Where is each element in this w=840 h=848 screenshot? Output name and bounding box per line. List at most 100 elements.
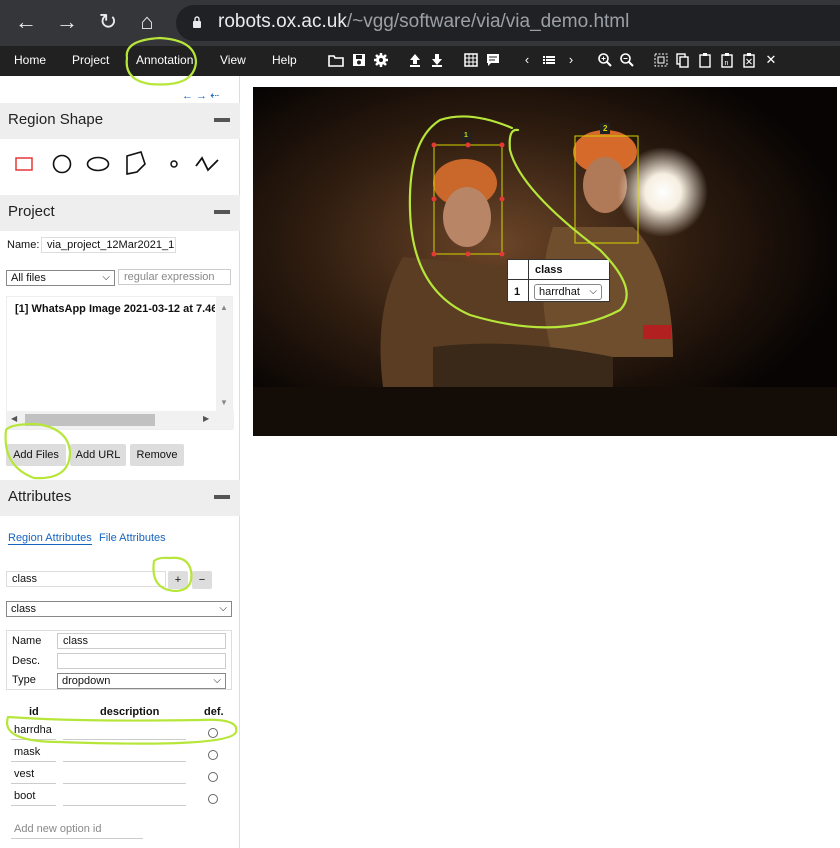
menu-view[interactable]: View bbox=[220, 53, 246, 67]
option-id-field[interactable]: mask bbox=[11, 746, 56, 762]
popup-class-select[interactable]: harrdhat ⌵ bbox=[534, 284, 602, 300]
option-default-radio[interactable] bbox=[208, 772, 218, 782]
menu-project[interactable]: Project bbox=[72, 53, 109, 67]
file-list: [1] WhatsApp Image 2021-03-12 at 7.46 ▲ … bbox=[6, 296, 234, 430]
close-icon[interactable]: ✕ bbox=[763, 52, 779, 68]
option-default-radio[interactable] bbox=[208, 728, 218, 738]
scroll-left-icon[interactable]: ◀ bbox=[11, 414, 17, 423]
attribute-select[interactable]: class ⌵ bbox=[6, 601, 232, 617]
region-shape-title: Region Shape bbox=[8, 111, 104, 128]
option-default-radio[interactable] bbox=[208, 794, 218, 804]
panel-nav-arrows[interactable]: ← → ⇠ bbox=[182, 89, 219, 102]
menu-annotation[interactable]: Annotation bbox=[136, 53, 193, 67]
polyline-shape-icon[interactable] bbox=[194, 154, 220, 174]
attr-name-field[interactable]: class bbox=[57, 633, 226, 649]
add-url-button[interactable]: Add URL bbox=[70, 444, 126, 466]
attributes-title: Attributes bbox=[8, 488, 72, 505]
rectangle-shape-icon[interactable] bbox=[14, 154, 34, 174]
vertical-scrollbar[interactable]: ▲ ▼ bbox=[216, 297, 232, 413]
menu-home[interactable]: Home bbox=[14, 53, 46, 67]
option-description-field[interactable] bbox=[63, 768, 186, 784]
home-icon[interactable]: ⌂ bbox=[135, 10, 159, 34]
region-1-label: 1 bbox=[464, 132, 468, 139]
polygon-shape-icon[interactable] bbox=[124, 150, 148, 176]
list-icon[interactable] bbox=[541, 52, 557, 68]
circle-shape-icon[interactable] bbox=[51, 153, 73, 175]
paste-n-icon[interactable]: n bbox=[719, 52, 735, 68]
scroll-thumb[interactable] bbox=[25, 414, 155, 426]
reload-icon[interactable]: ↻ bbox=[96, 10, 120, 34]
paste-delete-icon[interactable] bbox=[741, 52, 757, 68]
collapse-icon[interactable] bbox=[214, 495, 230, 499]
attr-desc-label: Desc. bbox=[12, 655, 41, 667]
scroll-up-icon[interactable]: ▲ bbox=[220, 303, 228, 312]
tab-region-attributes[interactable]: Region Attributes bbox=[8, 532, 92, 545]
download-icon[interactable] bbox=[429, 52, 445, 68]
new-option-input[interactable]: Add new option id bbox=[11, 823, 143, 839]
chevron-down-icon: ⌵ bbox=[213, 675, 221, 686]
attributes-header[interactable]: Attributes bbox=[0, 480, 240, 516]
collapse-icon[interactable] bbox=[214, 210, 230, 214]
next-icon[interactable]: › bbox=[563, 52, 579, 68]
prev-icon[interactable]: ‹ bbox=[519, 52, 535, 68]
list-item[interactable]: [1] WhatsApp Image 2021-03-12 at 7.46 bbox=[15, 303, 215, 315]
scroll-right-icon[interactable]: ▶ bbox=[203, 414, 209, 423]
url-text: robots.ox.ac.uk/~vgg/software/via/via_de… bbox=[218, 11, 630, 32]
region-shape-header[interactable]: Region Shape bbox=[0, 103, 240, 139]
chevron-down-icon: ⌵ bbox=[219, 603, 227, 614]
zoom-out-icon[interactable] bbox=[619, 52, 635, 68]
add-files-button[interactable]: Add Files bbox=[6, 444, 66, 466]
menu-help[interactable]: Help bbox=[272, 53, 297, 67]
grid-icon[interactable] bbox=[463, 52, 479, 68]
region-2-label: 2 bbox=[603, 124, 608, 133]
zoom-in-icon[interactable] bbox=[597, 52, 613, 68]
select-all-icon[interactable] bbox=[653, 52, 669, 68]
option-id-field[interactable]: harrdha bbox=[11, 724, 56, 740]
option-description-field[interactable] bbox=[63, 724, 186, 740]
add-attribute-button[interactable]: + bbox=[168, 571, 188, 589]
col-id-header: id bbox=[29, 706, 39, 718]
back-icon[interactable]: ← bbox=[14, 10, 38, 34]
regex-filter-input[interactable]: regular expression bbox=[118, 269, 231, 285]
folder-open-icon[interactable] bbox=[328, 52, 344, 68]
chevron-down-icon: ⌵ bbox=[102, 272, 110, 283]
tab-file-attributes[interactable]: File Attributes bbox=[99, 532, 166, 544]
col-def-header: def. bbox=[204, 706, 224, 718]
file-filter-select[interactable]: All files ⌵ bbox=[6, 270, 115, 286]
collapse-icon[interactable] bbox=[214, 118, 230, 122]
option-description-field[interactable] bbox=[63, 746, 186, 762]
option-id-field[interactable]: boot bbox=[11, 790, 56, 806]
forward-icon[interactable]: → bbox=[55, 10, 79, 34]
horizontal-scrollbar[interactable]: ◀ ▶ bbox=[7, 411, 234, 429]
remove-file-button[interactable]: Remove bbox=[130, 444, 184, 466]
remove-attribute-button[interactable]: − bbox=[192, 571, 212, 589]
svg-text:n: n bbox=[725, 60, 729, 67]
attr-desc-field[interactable] bbox=[57, 653, 226, 669]
save-icon[interactable] bbox=[351, 52, 367, 68]
attr-type-select[interactable]: dropdown ⌵ bbox=[57, 673, 226, 689]
option-description-field[interactable] bbox=[63, 790, 186, 806]
project-title: Project bbox=[8, 203, 55, 220]
option-id-field[interactable]: vest bbox=[11, 768, 56, 784]
project-name-field[interactable]: via_project_12Mar2021_1 bbox=[41, 237, 176, 253]
settings-icon[interactable] bbox=[373, 52, 389, 68]
paste-icon[interactable] bbox=[697, 52, 713, 68]
option-default-radio[interactable] bbox=[208, 750, 218, 760]
project-header[interactable]: Project bbox=[0, 195, 240, 231]
popup-row-id: 1 bbox=[514, 286, 521, 298]
copy-icon[interactable] bbox=[675, 52, 691, 68]
chevron-down-icon: ⌵ bbox=[589, 286, 597, 297]
browser-toolbar: ← → ↻ ⌂ robots.ox.ac.uk/~vgg/software/vi… bbox=[0, 0, 840, 46]
comment-icon[interactable] bbox=[485, 52, 501, 68]
popup-header: class bbox=[535, 264, 563, 276]
app-menubar: Home Project Annotation View Help ‹ › n … bbox=[0, 46, 840, 76]
region-attribute-popup: class 1 harrdhat ⌵ bbox=[507, 259, 610, 302]
point-shape-icon[interactable] bbox=[168, 158, 180, 170]
col-description-header: description bbox=[100, 706, 160, 718]
ellipse-shape-icon[interactable] bbox=[86, 155, 110, 173]
project-name-label: Name: bbox=[7, 239, 40, 251]
attr-type-label: Type bbox=[12, 674, 36, 686]
upload-icon[interactable] bbox=[407, 52, 423, 68]
new-attribute-input[interactable]: class bbox=[6, 571, 166, 587]
scroll-down-icon[interactable]: ▼ bbox=[220, 398, 228, 407]
